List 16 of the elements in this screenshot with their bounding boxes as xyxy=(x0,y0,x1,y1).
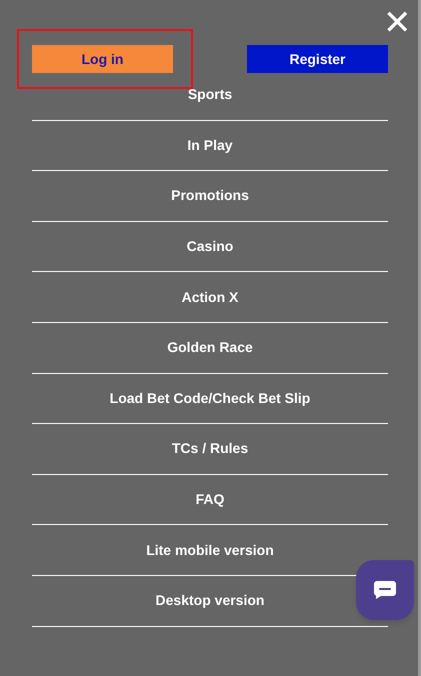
menu-link[interactable]: Desktop version xyxy=(156,590,264,612)
menu-link[interactable]: Lite mobile version xyxy=(146,540,274,561)
chat-button[interactable] xyxy=(356,560,414,620)
menu-link[interactable]: Action X xyxy=(182,286,238,308)
menu-link[interactable]: Promotions xyxy=(171,185,249,206)
chat-icon xyxy=(373,580,397,600)
menu-link[interactable]: FAQ xyxy=(196,489,224,510)
menu-link[interactable]: Casino xyxy=(186,236,234,258)
menu-link[interactable]: Golden Race xyxy=(167,337,253,358)
register-button[interactable]: Register xyxy=(247,45,388,73)
menu-link[interactable]: In Play xyxy=(187,134,233,156)
menu-link[interactable]: TCs / Rules xyxy=(172,438,248,460)
menu-link[interactable]: Sports xyxy=(188,84,232,106)
login-button[interactable]: Log in xyxy=(32,45,173,73)
close-button[interactable]: ✕ xyxy=(379,4,415,42)
menu-link[interactable]: Load Bet Code/Check Bet Slip xyxy=(110,388,310,409)
